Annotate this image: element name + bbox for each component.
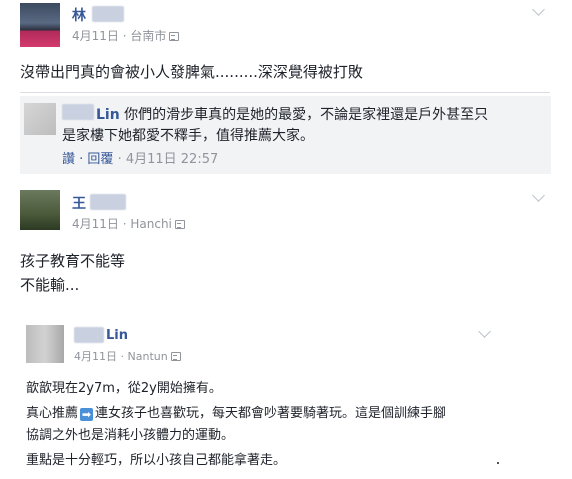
avatar[interactable] <box>20 190 60 230</box>
post-text-line3: 協調之外也是消耗小孩體力的運動。 <box>26 428 235 443</box>
like-link[interactable]: 讚 <box>62 152 75 167</box>
reply-avatar[interactable] <box>24 103 56 135</box>
reply-link[interactable]: 回覆 <box>87 152 113 167</box>
post-text-line2: 真心推薦 ➡ 連女孩子也喜歡玩，每天都會吵著要騎著玩。這是個訓練手腳 <box>26 406 447 421</box>
public-icon <box>174 220 185 229</box>
post-location[interactable]: Hanchi <box>130 217 172 231</box>
post-text-line4: 重點是十分輕巧，所以小孩自己都能拿著走。 <box>26 453 287 468</box>
post-meta: 4月11日 · Nantun <box>74 348 181 364</box>
post-text: 沒帶出門真的會被小人發脾氣.........深深覺得被打敗 <box>20 63 363 81</box>
public-icon <box>170 352 181 361</box>
author-name[interactable]: 王 <box>72 193 86 213</box>
chevron-down-icon[interactable] <box>532 189 545 202</box>
post-date[interactable]: 4月11日 <box>72 29 119 43</box>
avatar[interactable] <box>26 325 64 363</box>
post-text-line2: 不能輸... <box>20 276 80 294</box>
chevron-down-icon[interactable] <box>532 3 545 16</box>
redacted-name <box>62 104 94 120</box>
reply-actions: 讚 · 回覆 · 4月11日 22:57 <box>62 152 219 167</box>
post-meta: 4月11日 · 台南市 <box>72 27 180 44</box>
reply-text: Lin 你們的滑步車真的是她的最愛，不論是家裡還是戶外甚至只 <box>96 107 489 123</box>
divider <box>20 92 550 93</box>
public-icon <box>169 32 180 41</box>
redacted-name <box>90 194 126 210</box>
redacted-name <box>92 6 124 22</box>
right-arrow-emoji-icon: ➡ <box>80 408 94 421</box>
post-text-line1: 孩子教育不能等 <box>20 252 126 270</box>
post-meta: 4月11日 · Hanchi <box>72 215 185 232</box>
author-name[interactable]: 林 <box>72 5 86 25</box>
stray-dot <box>497 462 499 464</box>
redacted-name <box>74 327 104 343</box>
chevron-down-icon[interactable] <box>478 325 491 338</box>
post-location[interactable]: 台南市 <box>130 29 166 43</box>
author-name[interactable]: Lin <box>106 328 128 343</box>
reply-timestamp[interactable]: 4月11日 22:57 <box>126 152 218 167</box>
reply-text-line2: 是家樓下她都愛不釋手，值得推薦大家。 <box>62 128 314 144</box>
post-date[interactable]: 4月11日 <box>74 350 117 363</box>
post-date[interactable]: 4月11日 <box>72 217 119 231</box>
avatar[interactable] <box>20 3 60 47</box>
post-location[interactable]: Nantun <box>128 350 168 363</box>
reply-author[interactable]: Lin <box>96 107 120 123</box>
post-text-line1: 歆歆現在2y7m，從2y開始擁有。 <box>26 381 222 396</box>
